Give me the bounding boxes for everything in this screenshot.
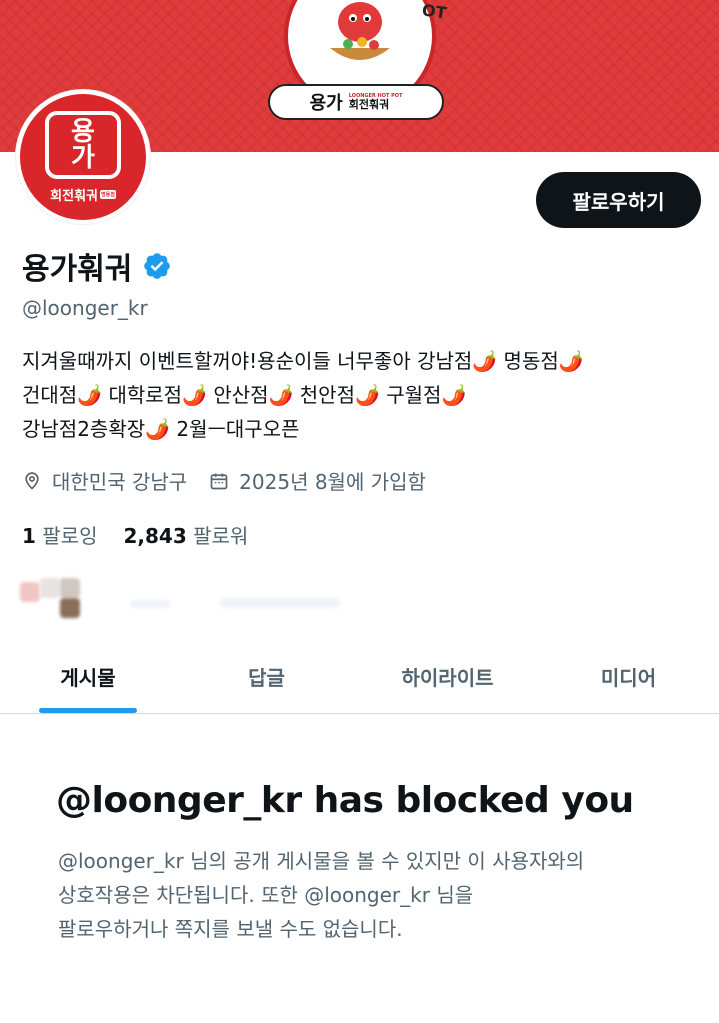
avatar-sub: 회전훠궈 <box>50 188 99 204</box>
profile-joined-date: 2025년 8월에 가입함 <box>239 470 426 494</box>
calendar-icon <box>210 473 228 489</box>
tab-label: 게시물 <box>60 666 116 690</box>
followed-by-redacted <box>20 578 360 618</box>
bio-line: 건대점🌶️ 대학로점🌶️ 안산점🌶️ 천안점🌶️ 구월점🌶️ <box>22 383 467 407</box>
redacted-text <box>130 600 170 608</box>
avatar-tag: 명동점 <box>100 189 116 199</box>
blocked-description: @loonger_kr 님의 공개 게시물을 볼 수 있지만 이 사용자와의 상… <box>58 844 678 946</box>
avatar[interactable]: 용 가 회전훠궈 명동점 <box>16 90 150 224</box>
tab-label: 하이라이트 <box>401 666 494 690</box>
avatar-logo: 용 가 <box>45 110 121 179</box>
verified-badge-icon[interactable] <box>142 251 172 281</box>
location-pin-icon <box>25 471 39 490</box>
blocked-desc-line: 팔로우하거나 쪽지를 보낼 수도 없습니다. <box>58 917 403 941</box>
follow-button[interactable]: 팔로우하기 <box>536 172 701 228</box>
banner-logo: 용가 LOONGER HOT POT 회전훠궈 <box>268 84 444 120</box>
banner-brand-corner: OT <box>420 0 448 23</box>
following-label: 팔로잉 <box>42 524 98 548</box>
profile-bio: 지겨울때까지 이벤트할꺼야!용순이들 너무좋아 강남점🌶️ 명동점🌶️ 건대점🌶… <box>22 344 702 446</box>
active-tab-indicator <box>39 708 137 713</box>
tab-posts[interactable]: 게시물 <box>0 640 176 713</box>
display-name-row: 용가훠궈 <box>22 244 172 288</box>
avatar-line1: 용 <box>71 116 95 147</box>
follow-stats: 1 팔로잉 2,843 팔로워 <box>22 520 248 549</box>
followers-count: 2,843 <box>123 524 187 548</box>
followers-link[interactable]: 2,843 팔로워 <box>123 520 248 549</box>
redacted-avatar <box>60 598 80 618</box>
tab-label: 답글 <box>248 666 285 690</box>
redacted-avatar <box>20 582 40 602</box>
tab-highlights[interactable]: 하이라이트 <box>357 640 538 713</box>
banner-logo-main: 용가 <box>309 93 343 114</box>
tab-media[interactable]: 미디어 <box>538 640 719 713</box>
profile-location: 대한민국 강남구 <box>52 470 188 494</box>
profile-tabs: 게시물 답글 하이라이트 미디어 <box>0 640 719 714</box>
redacted-avatar <box>60 578 80 598</box>
profile-meta: 대한민국 강남구 2025년 8월에 가입함 <box>22 466 448 495</box>
blocked-desc-line: 상호작용은 차단됩니다. 또한 @loonger_kr 님을 <box>58 883 474 907</box>
avatar-line2: 가 <box>71 142 95 173</box>
following-count: 1 <box>22 524 36 548</box>
banner-logo-sub: 회전훠궈 <box>348 98 390 111</box>
bio-line: 지겨울때까지 이벤트할꺼야!용순이들 너무좋아 강남점🌶️ 명동점🌶️ <box>22 349 584 373</box>
mascot-icon <box>330 2 390 60</box>
blocked-desc-line: @loonger_kr 님의 공개 게시물을 볼 수 있지만 이 사용자와의 <box>58 849 585 873</box>
blocked-title: @loonger_kr has blocked you <box>56 780 634 821</box>
followers-label: 팔로워 <box>193 524 249 548</box>
redacted-text <box>220 598 340 608</box>
tab-replies[interactable]: 답글 <box>176 640 357 713</box>
following-link[interactable]: 1 팔로잉 <box>22 520 97 549</box>
display-name: 용가훠궈 <box>22 252 133 287</box>
tab-label: 미디어 <box>600 666 657 690</box>
redacted-avatar <box>40 578 60 598</box>
user-handle: @loonger_kr <box>22 296 148 320</box>
bio-line: 강남점2층확장🌶️ 2월ㅡ대구오픈 <box>22 417 300 441</box>
